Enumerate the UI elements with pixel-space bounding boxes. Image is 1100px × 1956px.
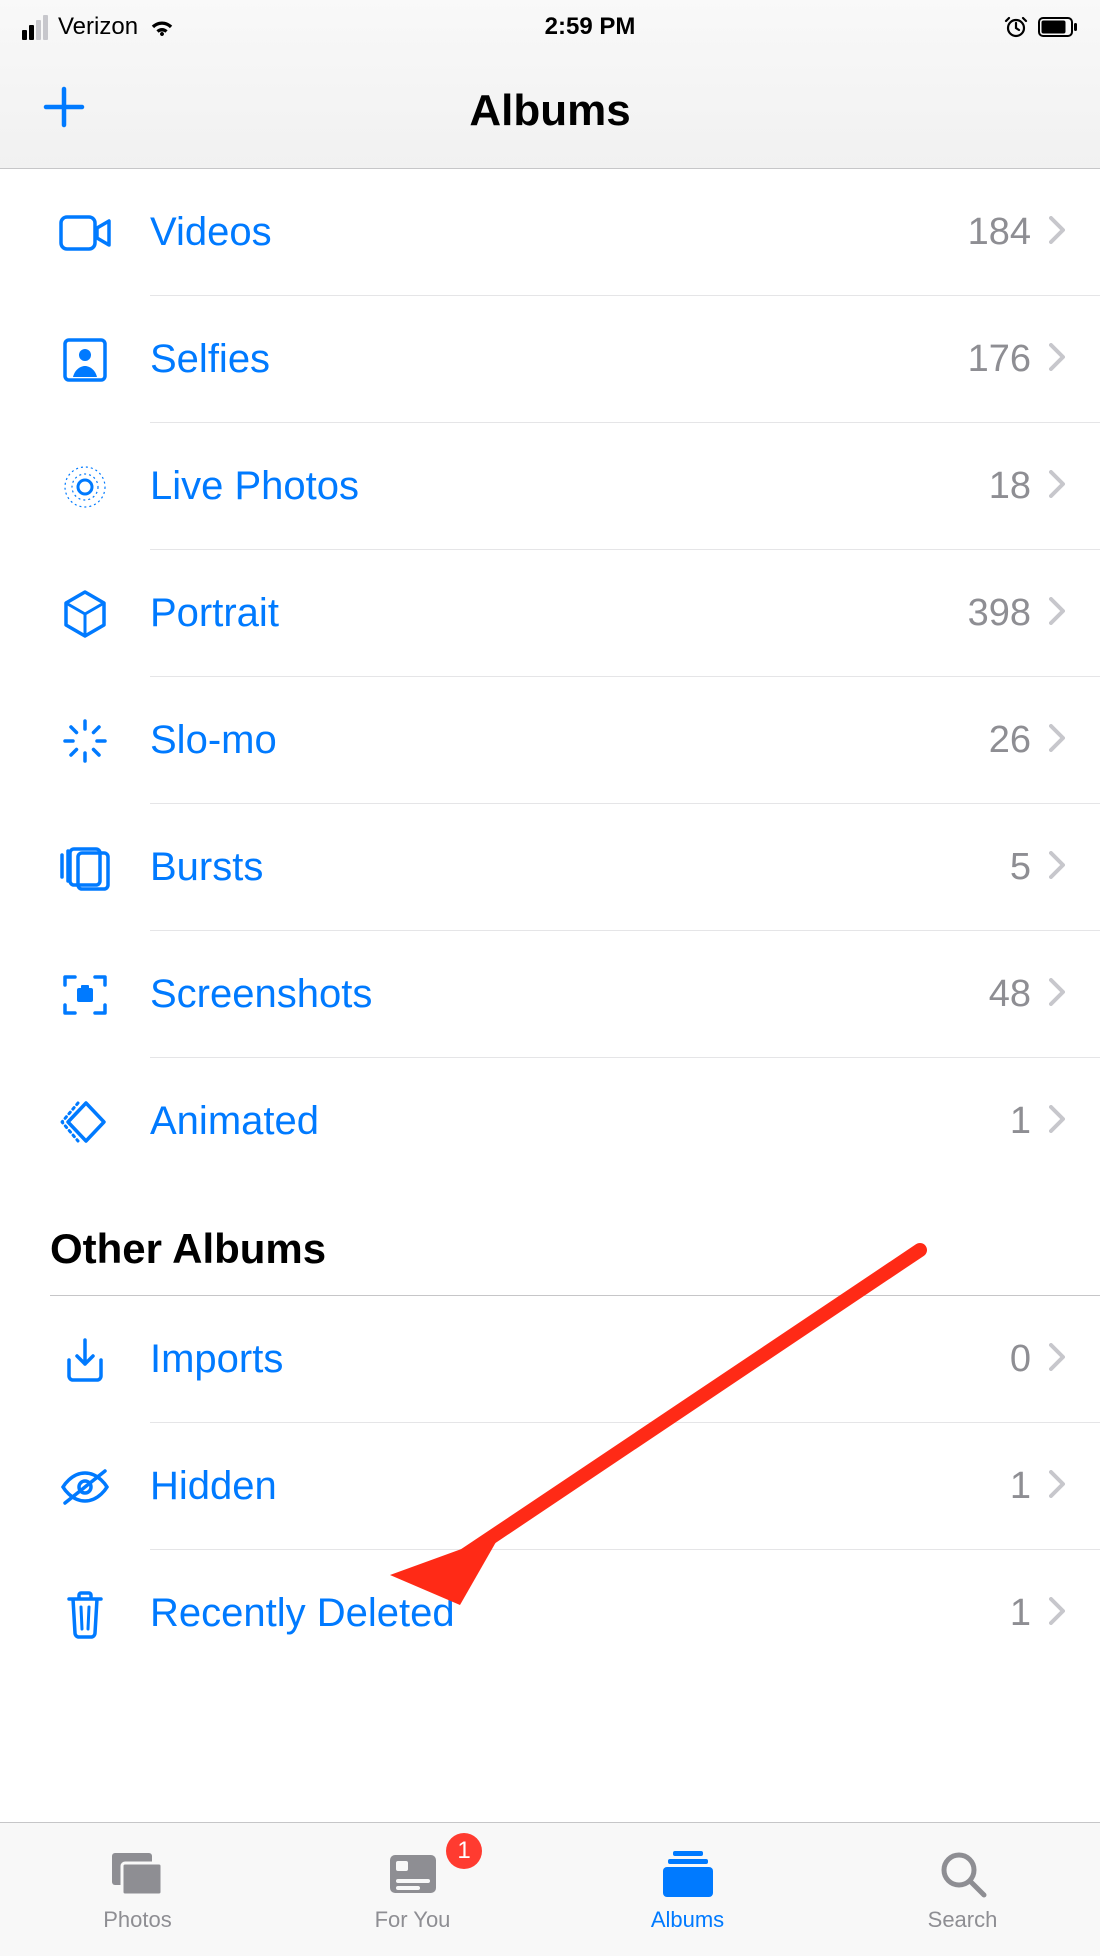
row-label: Videos [150, 210, 968, 255]
trash-icon [50, 1589, 120, 1639]
row-count: 5 [1010, 846, 1031, 889]
status-right [1004, 15, 1078, 39]
screenshots-icon [50, 971, 120, 1019]
row-count: 26 [989, 719, 1031, 762]
albums-tab-icon [659, 1847, 717, 1901]
wifi-icon [148, 16, 176, 38]
chevron-right-icon [1049, 1597, 1065, 1630]
selfies-icon [50, 337, 120, 383]
bursts-icon [50, 845, 120, 891]
row-animated[interactable]: Animated 1 [0, 1058, 1100, 1185]
tab-albums[interactable]: Albums [550, 1823, 825, 1956]
chevron-right-icon [1049, 343, 1065, 376]
status-bar: Verizon 2:59 PM [0, 0, 1100, 54]
tab-bar: Photos 1 For You Albums Search [0, 1822, 1100, 1956]
row-count: 184 [968, 211, 1031, 254]
photos-tab-icon [108, 1847, 168, 1901]
row-count: 1 [1010, 1100, 1031, 1143]
row-count: 18 [989, 465, 1031, 508]
row-portrait[interactable]: Portrait 398 [0, 550, 1100, 677]
row-label: Hidden [150, 1464, 1010, 1509]
carrier-label: Verizon [58, 13, 138, 41]
row-label: Recently Deleted [150, 1591, 1010, 1636]
row-count: 48 [989, 973, 1031, 1016]
status-left: Verizon [22, 13, 176, 41]
row-label: Portrait [150, 591, 968, 636]
row-screenshots[interactable]: Screenshots 48 [0, 931, 1100, 1058]
battery-icon [1038, 17, 1078, 37]
row-label: Bursts [150, 845, 1010, 890]
chevron-right-icon [1049, 470, 1065, 503]
tab-label: Search [928, 1907, 998, 1933]
row-bursts[interactable]: Bursts 5 [0, 804, 1100, 931]
for-you-tab-icon [386, 1847, 440, 1901]
nav-title: Albums [469, 86, 630, 136]
tab-photos[interactable]: Photos [0, 1823, 275, 1956]
chevron-right-icon [1049, 1470, 1065, 1503]
chevron-right-icon [1049, 978, 1065, 1011]
row-label: Selfies [150, 337, 968, 382]
row-count: 1 [1010, 1465, 1031, 1508]
row-label: Imports [150, 1337, 1010, 1382]
media-types-list: Videos 184 Selfies 176 Live Photos 18 Po… [0, 169, 1100, 1185]
tab-search[interactable]: Search [825, 1823, 1100, 1956]
chevron-right-icon [1049, 1343, 1065, 1376]
tab-for-you[interactable]: 1 For You [275, 1823, 550, 1956]
row-count: 398 [968, 592, 1031, 635]
row-live-photos[interactable]: Live Photos 18 [0, 423, 1100, 550]
chevron-right-icon [1049, 216, 1065, 249]
for-you-badge: 1 [446, 1833, 482, 1869]
animated-icon [50, 1099, 120, 1145]
other-albums-list: Imports 0 Hidden 1 Recently Deleted 1 [0, 1296, 1100, 1677]
row-hidden[interactable]: Hidden 1 [0, 1423, 1100, 1550]
row-imports[interactable]: Imports 0 [0, 1296, 1100, 1423]
status-time: 2:59 PM [545, 13, 636, 41]
hidden-icon [50, 1467, 120, 1507]
imports-icon [50, 1336, 120, 1384]
section-header-other-albums: Other Albums [0, 1185, 1100, 1295]
slomo-icon [50, 717, 120, 765]
row-count: 0 [1010, 1338, 1031, 1381]
add-album-button[interactable] [40, 81, 88, 141]
tab-label: Albums [651, 1907, 724, 1933]
nav-bar: Albums [0, 54, 1100, 169]
row-slomo[interactable]: Slo-mo 26 [0, 677, 1100, 804]
chevron-right-icon [1049, 851, 1065, 884]
chevron-right-icon [1049, 1105, 1065, 1138]
chevron-right-icon [1049, 597, 1065, 630]
portrait-icon [50, 589, 120, 639]
alarm-icon [1004, 15, 1028, 39]
row-label: Slo-mo [150, 718, 989, 763]
row-selfies[interactable]: Selfies 176 [0, 296, 1100, 423]
chevron-right-icon [1049, 724, 1065, 757]
row-label: Live Photos [150, 464, 989, 509]
live-photos-icon [50, 463, 120, 511]
tab-label: For You [375, 1907, 451, 1933]
tab-label: Photos [103, 1907, 172, 1933]
row-count: 176 [968, 338, 1031, 381]
cellular-signal-icon [22, 15, 48, 40]
row-recently-deleted[interactable]: Recently Deleted 1 [0, 1550, 1100, 1677]
row-label: Screenshots [150, 972, 989, 1017]
row-videos[interactable]: Videos 184 [0, 169, 1100, 296]
row-label: Animated [150, 1099, 1010, 1144]
video-icon [50, 215, 120, 251]
row-count: 1 [1010, 1592, 1031, 1635]
search-tab-icon [938, 1847, 988, 1901]
